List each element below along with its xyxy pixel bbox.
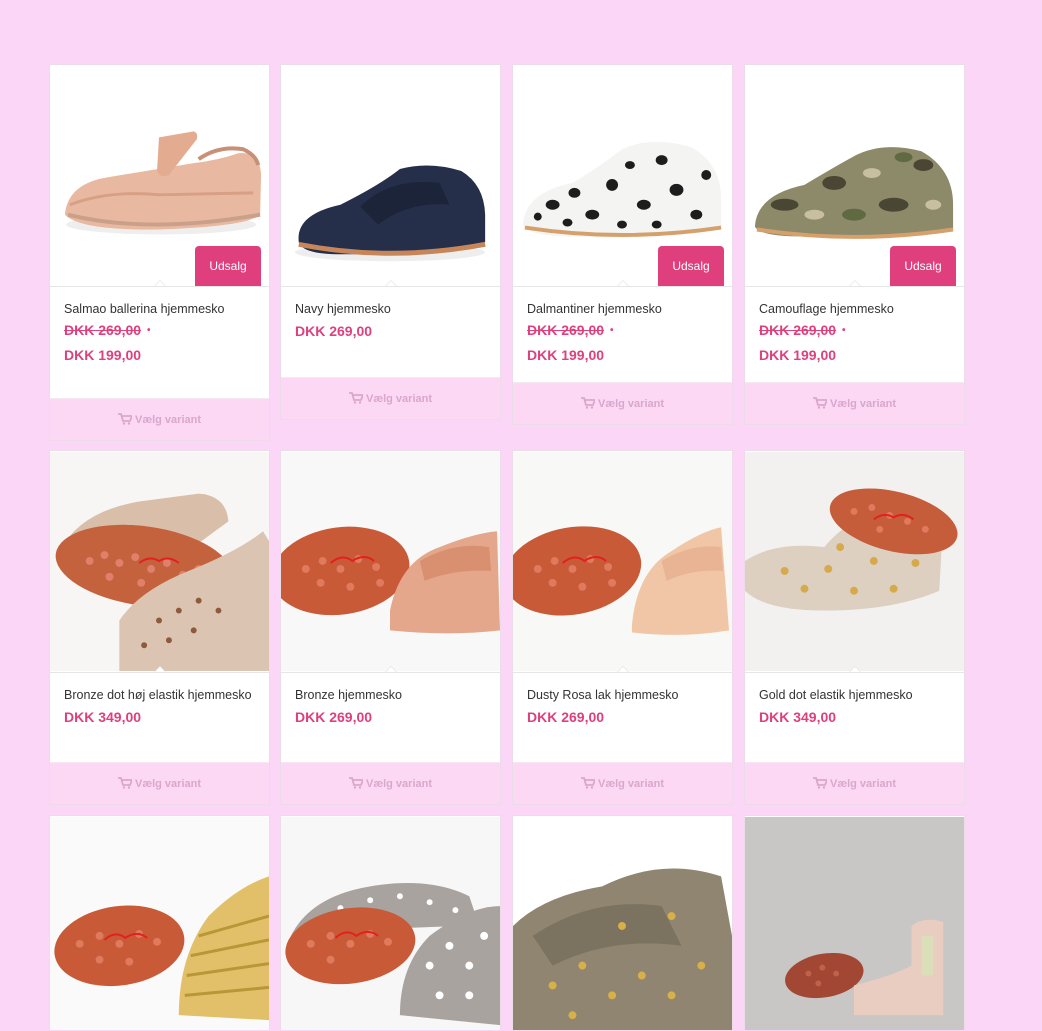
image-pointer [615,666,630,672]
dusty-rose-patent-shoe-image [513,452,732,671]
product-price: DKK 199,00 [527,347,605,363]
choose-variant-button[interactable]: Vælg variant [745,382,964,424]
product-card[interactable]: Dusty Rosa lak hjemmesko DKK 269,00 Vælg… [512,450,733,805]
product-image[interactable] [745,816,964,1031]
product-name[interactable]: Camouflage hjemmesko [759,301,950,317]
sale-badge: Udsalg [658,246,724,286]
product-image[interactable]: Udsalg [50,65,269,287]
image-pointer [152,666,167,672]
product-image[interactable] [281,451,500,673]
product-info: Navy hjemmesko DKK 269,00 [281,287,500,340]
pink-chelsea-boot-image [745,816,964,1031]
choose-variant-button[interactable]: Vælg variant [513,762,732,804]
product-card[interactable] [280,815,501,1031]
bronze-shoe-image [281,452,500,671]
image-pointer [847,666,862,672]
product-image[interactable] [50,816,269,1031]
product-info: Dusty Rosa lak hjemmesko DKK 269,00 [513,673,732,726]
product-price: DKK 269,00 [527,709,605,725]
navy-velcro-shoe-image [281,66,500,285]
product-name[interactable]: Salmao ballerina hjemmesko [64,301,255,317]
grey-dot-shoe-image [281,816,500,1031]
product-card[interactable]: Udsalg Camouflage hjemmesko DKK 269,00 • … [744,64,965,425]
product-card[interactable] [49,815,270,1031]
product-image[interactable] [50,451,269,673]
image-pointer [383,666,398,672]
image-pointer [383,280,398,286]
product-info: Salmao ballerina hjemmesko DKK 269,00 • D… [50,287,269,364]
product-card[interactable]: Bronze dot høj elastik hjemmesko DKK 349… [49,450,270,805]
product-info: Camouflage hjemmesko DKK 269,00 • DKK 199… [745,287,964,364]
product-info: Bronze dot høj elastik hjemmesko DKK 349… [50,673,269,726]
product-image[interactable]: Udsalg [745,65,964,287]
product-card[interactable]: Bronze hjemmesko DKK 269,00 Vælg variant [280,450,501,805]
product-price: DKK 269,00 [295,709,373,725]
choose-variant-button[interactable]: Vælg variant [281,377,500,419]
gold-dot-boot-image [745,452,964,671]
cart-icon [580,397,595,409]
cart-icon [348,777,363,789]
product-name[interactable]: Navy hjemmesko [295,301,486,317]
choose-variant-button[interactable]: Vælg variant [513,382,732,424]
old-price: DKK 269,00 • [64,322,151,338]
product-grid: Udsalg Salmao ballerina hjemmesko DKK 26… [0,0,1042,1031]
gold-striped-shoe-image [50,816,269,1031]
product-price: DKK 349,00 [64,709,142,725]
choose-variant-button[interactable]: Vælg variant [745,762,964,804]
bronze-dot-boot-image [50,452,269,671]
product-price: DKK 269,00 [295,323,373,339]
image-pointer [152,280,167,286]
product-price: DKK 199,00 [64,347,142,363]
product-info: Dalmantiner hjemmesko DKK 269,00 • DKK 19… [513,287,732,364]
product-price: DKK 199,00 [759,347,837,363]
cart-icon [580,777,595,789]
cart-icon [812,777,827,789]
sale-badge: Udsalg [195,246,261,286]
product-image[interactable] [745,451,964,673]
old-price: DKK 269,00 • [527,322,614,338]
product-info: Bronze hjemmesko DKK 269,00 [281,673,500,726]
old-price: DKK 269,00 • [759,322,846,338]
product-image[interactable] [281,65,500,287]
product-name[interactable]: Bronze dot høj elastik hjemmesko [64,687,255,703]
product-image[interactable] [513,451,732,673]
choose-variant-button[interactable]: Vælg variant [50,398,269,440]
product-card[interactable] [512,815,733,1031]
image-pointer [847,280,862,286]
product-card[interactable]: Gold dot elastik hjemmesko DKK 349,00 Væ… [744,450,965,805]
product-image[interactable] [513,816,732,1031]
product-card[interactable]: Udsalg Dalmantiner hjemmesko DKK 269,00 •… [512,64,733,425]
choose-variant-button[interactable]: Vælg variant [50,762,269,804]
product-info: Gold dot elastik hjemmesko DKK 349,00 [745,673,964,726]
cart-icon [348,392,363,404]
cart-icon [812,397,827,409]
product-price: DKK 349,00 [759,709,837,725]
product-image[interactable] [281,816,500,1031]
product-card[interactable]: Navy hjemmesko DKK 269,00 Vælg variant [280,64,501,420]
product-image[interactable]: Udsalg [513,65,732,287]
product-name[interactable]: Dalmantiner hjemmesko [527,301,718,317]
product-name[interactable]: Dusty Rosa lak hjemmesko [527,687,718,703]
grey-gold-dot-shoe-image [513,816,732,1031]
product-name[interactable]: Gold dot elastik hjemmesko [759,687,950,703]
product-name[interactable]: Bronze hjemmesko [295,687,486,703]
product-card[interactable]: Udsalg Salmao ballerina hjemmesko DKK 26… [49,64,270,441]
sale-badge: Udsalg [890,246,956,286]
image-pointer [615,280,630,286]
cart-icon [117,413,132,425]
choose-variant-button[interactable]: Vælg variant [281,762,500,804]
product-card[interactable] [744,815,965,1031]
cart-icon [117,777,132,789]
